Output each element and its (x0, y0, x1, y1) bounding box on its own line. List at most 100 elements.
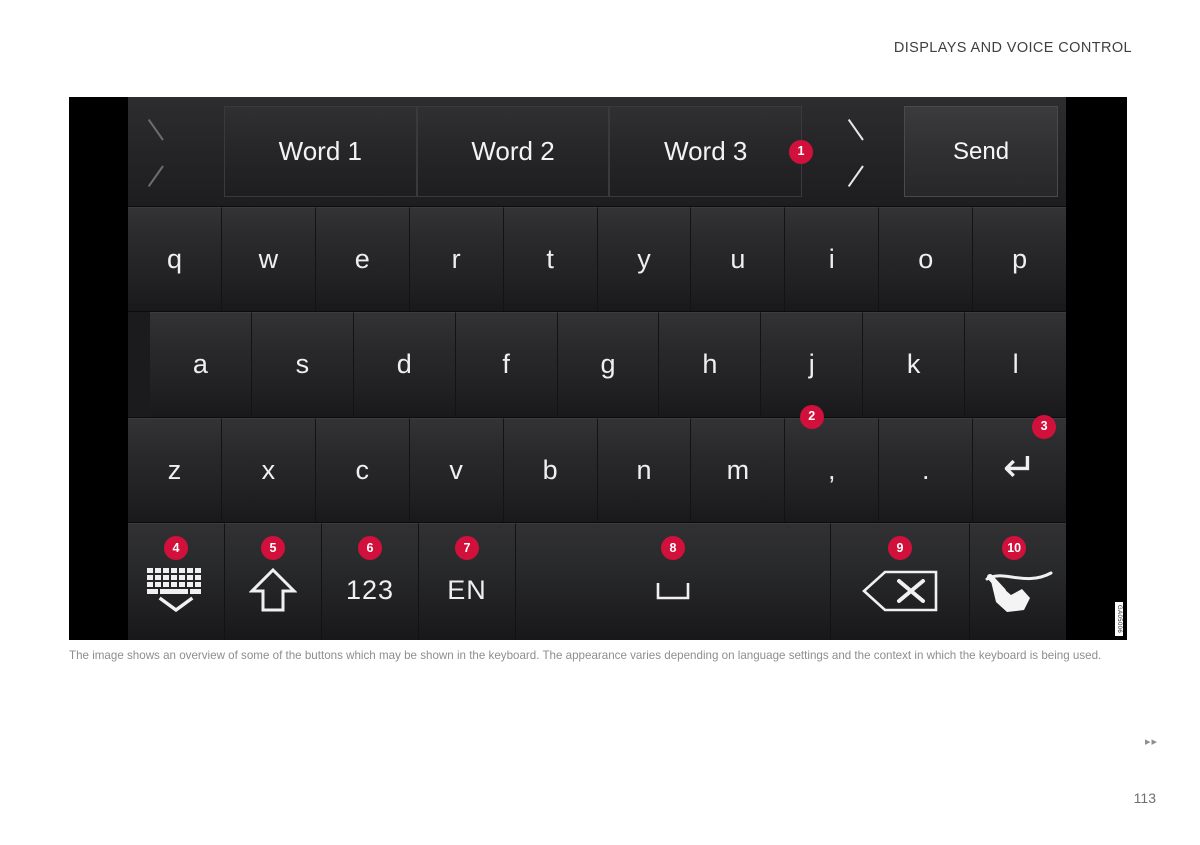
key-u[interactable]: u (691, 207, 786, 312)
suggestion-word-1-button[interactable]: Word 1 (224, 106, 417, 197)
key-label: z (167, 454, 182, 485)
key-label: k (906, 349, 921, 380)
chevron-right-icon (837, 126, 863, 178)
page-number: 113 (1133, 790, 1156, 806)
space-key[interactable]: 8 (516, 522, 831, 640)
callout-4: 4 (164, 535, 188, 560)
key-l[interactable]: l (965, 312, 1067, 417)
language-key[interactable]: 7 EN (419, 522, 516, 640)
key-k[interactable]: k (863, 312, 966, 417)
key-label: p (1012, 244, 1028, 275)
shift-arrow-up-icon (249, 567, 297, 613)
key-label: g (600, 349, 616, 380)
key-label: h (702, 349, 718, 380)
key-y[interactable]: y (597, 207, 692, 312)
key-label: v (449, 454, 463, 485)
key-label: a (192, 349, 208, 380)
shift-key[interactable]: 5 (225, 522, 322, 640)
prev-suggestion-button[interactable] (128, 97, 224, 206)
numbers-key-label: 123 (345, 575, 395, 606)
backspace-x-icon (861, 569, 939, 613)
key-label: s (295, 349, 310, 380)
key-label: , (828, 454, 836, 485)
send-button-label: Send (952, 137, 1010, 165)
key-f[interactable]: f (455, 312, 558, 417)
key-label: x (261, 454, 276, 485)
key-h[interactable]: h (659, 312, 762, 417)
key-period[interactable]: . (879, 417, 974, 522)
callout-6: 6 (358, 535, 382, 560)
callout-5: 5 (261, 535, 285, 560)
key-label: f (502, 349, 510, 380)
numbers-key[interactable]: 6 123 (322, 522, 419, 640)
callout-10: 10 (1002, 535, 1027, 560)
suggestion-word-3-label: Word 3 (664, 136, 748, 166)
key-q[interactable]: q (128, 207, 222, 312)
key-enter[interactable]: ↵ 3 (973, 414, 1067, 522)
figure-code: GA05006 (1115, 601, 1123, 636)
callout-3: 3 (1032, 414, 1057, 439)
key-label: j (808, 349, 815, 380)
page-title: DISPLAYS AND VOICE CONTROL (893, 40, 1132, 56)
hide-keyboard-key[interactable]: 4 (128, 522, 225, 640)
key-label: i (828, 244, 835, 275)
keyboard-down-icon (145, 566, 207, 612)
key-label: r (451, 244, 461, 275)
space-bar-icon (656, 581, 690, 601)
key-p[interactable]: p (973, 207, 1067, 312)
key-g[interactable]: g (557, 312, 660, 417)
handwriting-stylus-icon (981, 565, 1055, 615)
callout-2: 2 (799, 404, 824, 429)
key-b[interactable]: b (503, 417, 598, 522)
key-r[interactable]: r (409, 207, 504, 312)
callout-8: 8 (661, 535, 685, 560)
key-z[interactable]: z (128, 417, 222, 522)
key-label: c (355, 454, 370, 485)
suggestion-word-2-button[interactable]: Word 2 (416, 106, 610, 197)
enter-arrow-icon: ↵ (1002, 446, 1037, 491)
key-label: t (546, 244, 554, 275)
next-suggestion-button[interactable] (802, 97, 898, 206)
key-label: b (542, 454, 558, 485)
key-label: y (637, 244, 651, 275)
key-x[interactable]: x (221, 417, 316, 522)
suggestion-row: Word 1 Word 2 Word 3 1 Send (128, 97, 1066, 207)
key-j[interactable]: j 2 (761, 312, 864, 429)
handwriting-key[interactable]: 10 (970, 522, 1066, 640)
callout-7: 7 (455, 535, 479, 560)
key-label: u (730, 244, 746, 275)
key-label: d (396, 349, 412, 380)
key-label: e (354, 244, 370, 275)
keyboard-figure: Word 1 Word 2 Word 3 1 Send q w e r t y (69, 97, 1127, 640)
keyboard-function-row: 4 5 6 123 7 EN 8 9 10 (128, 522, 1066, 640)
key-label: w (258, 244, 279, 275)
language-key-label: EN (447, 575, 487, 606)
figure-caption: The image shows an overview of some of t… (69, 649, 1102, 662)
key-label: q (166, 244, 182, 275)
key-label: l (1012, 349, 1019, 380)
key-o[interactable]: o (879, 207, 974, 312)
key-i[interactable]: i (785, 207, 880, 312)
keyboard-row-1: q w e r t y u i o p (128, 207, 1067, 313)
keyboard-row-3: z x c v b n m , . ↵ 3 (128, 414, 1067, 523)
key-m[interactable]: m (691, 417, 786, 522)
footer-arrows-icon: ▸▸ (1144, 736, 1158, 748)
suggestion-word-3-button[interactable]: Word 3 1 (609, 106, 814, 197)
key-comma[interactable]: , (785, 417, 880, 522)
key-label: m (726, 454, 750, 485)
key-s[interactable]: s (251, 312, 354, 417)
key-t[interactable]: t (503, 207, 598, 312)
chevron-left-icon (163, 126, 189, 178)
key-v[interactable]: v (409, 417, 504, 522)
key-e[interactable]: e (315, 207, 410, 312)
suggestion-word-1-label: Word 1 (278, 136, 362, 166)
send-button[interactable]: Send (904, 106, 1059, 197)
callout-9: 9 (888, 535, 912, 560)
backspace-key[interactable]: 9 (831, 522, 970, 640)
key-d[interactable]: d (353, 312, 456, 417)
key-n[interactable]: n (597, 417, 692, 522)
key-w[interactable]: w (221, 207, 316, 312)
key-a[interactable]: a (150, 312, 252, 417)
key-c[interactable]: c (315, 417, 410, 522)
key-label: n (636, 454, 652, 485)
